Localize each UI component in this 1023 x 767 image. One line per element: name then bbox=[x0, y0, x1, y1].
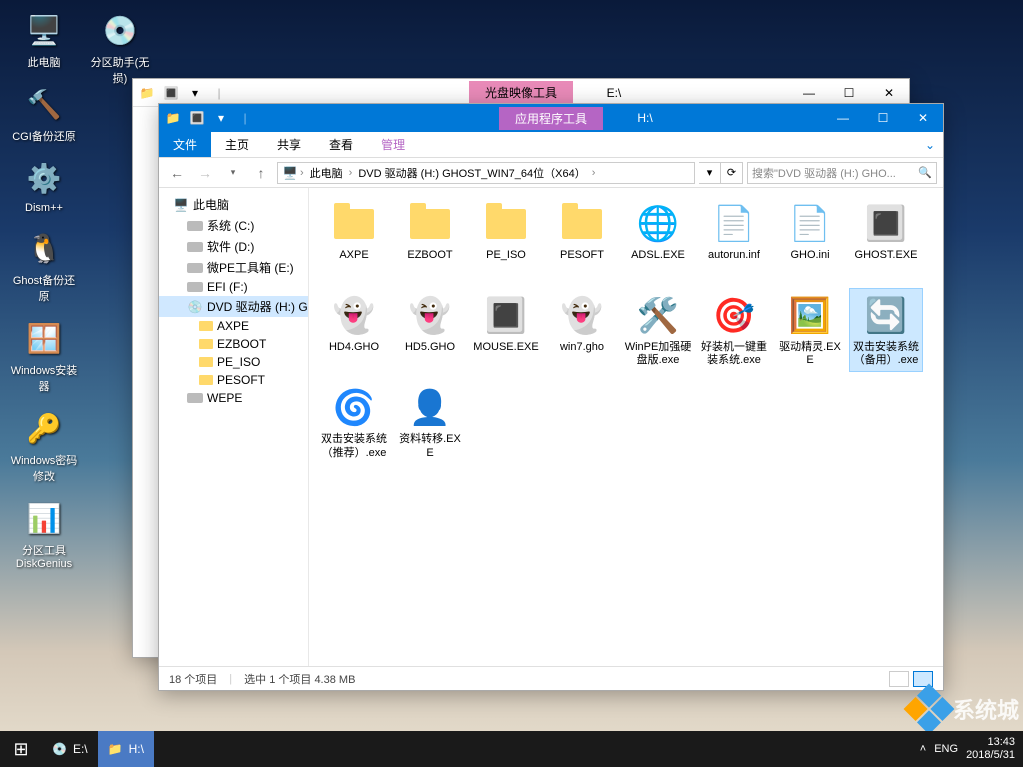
nav-item[interactable]: PE_ISO bbox=[159, 353, 308, 371]
title-label-front: H:\ bbox=[637, 111, 652, 125]
folder-icon[interactable]: 📁 bbox=[161, 106, 185, 130]
taskbar-item[interactable]: 💿E:\ bbox=[42, 731, 98, 767]
desktop-icon[interactable]: 📊分区工具DiskGenius bbox=[8, 496, 80, 570]
nav-item[interactable]: 软件 (D:) bbox=[159, 236, 308, 257]
tab-manage[interactable]: 管理 bbox=[367, 132, 419, 157]
close-button[interactable]: ✕ bbox=[903, 104, 943, 132]
qat-properties-icon[interactable]: 🔳 bbox=[185, 106, 209, 130]
context-tab-front: 应用程序工具 bbox=[499, 107, 603, 130]
breadcrumb-dropdown[interactable]: ▾ bbox=[699, 162, 721, 184]
context-tab-back: 光盘映像工具 bbox=[469, 81, 573, 104]
breadcrumb[interactable]: 🖥️ › 此电脑 › DVD 驱动器 (H:) GHOST_WIN7_64位（X… bbox=[277, 162, 695, 184]
address-bar: ← → ▾ ↑ 🖥️ › 此电脑 › DVD 驱动器 (H:) GHOST_WI… bbox=[159, 158, 943, 188]
file-item[interactable]: EZBOOT bbox=[393, 196, 467, 280]
status-item-count: 18 个项目 bbox=[169, 671, 217, 687]
desktop-icon[interactable]: ⚙️Dism++ bbox=[8, 156, 80, 214]
taskbar-item[interactable]: 📁H:\ bbox=[98, 731, 154, 767]
search-icon: 🔍 bbox=[918, 166, 932, 179]
status-bar: 18 个项目 | 选中 1 个项目 4.38 MB bbox=[159, 666, 943, 690]
desktop-icon[interactable]: 💿分区助手(无损) bbox=[84, 8, 156, 86]
clock[interactable]: 13:43 2018/5/31 bbox=[966, 736, 1015, 762]
tab-view[interactable]: 查看 bbox=[315, 132, 367, 157]
view-large-icons-button[interactable] bbox=[913, 671, 933, 687]
nav-forward-button[interactable]: → bbox=[193, 161, 217, 185]
nav-item[interactable]: EZBOOT bbox=[159, 335, 308, 353]
file-item[interactable]: 🔳GHOST.EXE bbox=[849, 196, 923, 280]
nav-item[interactable]: 系统 (C:) bbox=[159, 215, 308, 236]
refresh-button[interactable]: ⟳ bbox=[721, 162, 743, 184]
breadcrumb-seg[interactable]: 此电脑 bbox=[306, 165, 347, 181]
titlebar-front[interactable]: 📁 🔳 ▾ | 应用程序工具 H:\ — ☐ ✕ bbox=[159, 104, 943, 132]
file-item[interactable]: 📄autorun.inf bbox=[697, 196, 771, 280]
nav-history-dropdown[interactable]: ▾ bbox=[221, 161, 245, 185]
qat-dropdown-icon[interactable]: ▾ bbox=[209, 106, 233, 130]
ribbon-tabs: 文件 主页 共享 查看 管理 ⌄ bbox=[159, 132, 943, 158]
navigation-pane[interactable]: 🖥️此电脑系统 (C:)软件 (D:)微PE工具箱 (E:)EFI (F:)💿D… bbox=[159, 188, 309, 666]
file-item[interactable]: 🔄双击安装系统（备用）.exe bbox=[849, 288, 923, 372]
file-item[interactable]: 🌀双击安装系统（推荐）.exe bbox=[317, 380, 391, 464]
desktop-icon[interactable]: 🪟Windows安装器 bbox=[8, 316, 80, 394]
folder-icon[interactable]: 📁 bbox=[135, 81, 159, 105]
desktop-icons-col1: 🖥️此电脑 🔨CGI备份还原 ⚙️Dism++ 🐧Ghost备份还原 🪟Windows安… bbox=[8, 8, 80, 570]
search-input[interactable]: 搜索"DVD 驱动器 (H:) GHO... 🔍 bbox=[747, 162, 937, 184]
taskbar[interactable]: ⊞ 💿E:\📁H:\ ˄ ENG 13:43 2018/5/31 bbox=[0, 731, 1023, 767]
nav-item[interactable]: WEPE bbox=[159, 389, 308, 407]
file-item[interactable]: 🔳MOUSE.EXE bbox=[469, 288, 543, 372]
file-item[interactable]: 🛠️WinPE加强硬盘版.exe bbox=[621, 288, 695, 372]
start-button[interactable]: ⊞ bbox=[0, 731, 42, 767]
nav-item[interactable]: 💿DVD 驱动器 (H:) G bbox=[159, 296, 308, 317]
desktop-icon[interactable]: 🔨CGI备份还原 bbox=[8, 82, 80, 144]
file-item[interactable]: AXPE bbox=[317, 196, 391, 280]
nav-item[interactable]: PESOFT bbox=[159, 371, 308, 389]
tab-home[interactable]: 主页 bbox=[211, 132, 263, 157]
nav-item[interactable]: AXPE bbox=[159, 317, 308, 335]
file-item[interactable]: PESOFT bbox=[545, 196, 619, 280]
tab-file[interactable]: 文件 bbox=[159, 132, 211, 157]
qat-properties-icon[interactable]: 🔳 bbox=[159, 81, 183, 105]
file-item[interactable]: 📄GHO.ini bbox=[773, 196, 847, 280]
desktop-icon[interactable]: 🔑Windows密码修改 bbox=[8, 406, 80, 484]
status-selection: 选中 1 个项目 4.38 MB bbox=[244, 671, 355, 687]
file-item[interactable]: 🎯好装机一键重装系统.exe bbox=[697, 288, 771, 372]
file-item[interactable]: 🌐ADSL.EXE bbox=[621, 196, 695, 280]
ribbon-expand-icon[interactable]: ⌄ bbox=[917, 132, 943, 157]
desktop-icons-col2: 💿分区助手(无损) bbox=[84, 8, 156, 86]
file-item[interactable]: 👻win7.gho bbox=[545, 288, 619, 372]
nav-item[interactable]: EFI (F:) bbox=[159, 278, 308, 296]
nav-item[interactable]: 微PE工具箱 (E:) bbox=[159, 257, 308, 278]
file-item[interactable]: 👻HD5.GHO bbox=[393, 288, 467, 372]
language-indicator[interactable]: ENG bbox=[934, 743, 958, 755]
explorer-window-front: 📁 🔳 ▾ | 应用程序工具 H:\ — ☐ ✕ 文件 主页 共享 查看 管理 … bbox=[158, 103, 944, 691]
maximize-button[interactable]: ☐ bbox=[863, 104, 903, 132]
qat-dropdown-icon[interactable]: ▾ bbox=[183, 81, 207, 105]
file-item[interactable]: 🖼️驱动精灵.EXE bbox=[773, 288, 847, 372]
file-content-area[interactable]: AXPEEZBOOTPE_ISOPESOFT🌐ADSL.EXE📄autorun.… bbox=[309, 188, 943, 666]
file-item[interactable]: PE_ISO bbox=[469, 196, 543, 280]
tray-up-icon[interactable]: ˄ bbox=[920, 743, 926, 755]
file-item[interactable]: 👻HD4.GHO bbox=[317, 288, 391, 372]
desktop-icon[interactable]: 🖥️此电脑 bbox=[8, 8, 80, 70]
nav-up-button[interactable]: ↑ bbox=[249, 161, 273, 185]
file-item[interactable]: 👤资料转移.EXE bbox=[393, 380, 467, 464]
breadcrumb-seg[interactable]: DVD 驱动器 (H:) GHOST_WIN7_64位（X64） bbox=[354, 165, 589, 181]
title-label-back: E:\ bbox=[607, 86, 622, 100]
desktop-icon[interactable]: 🐧Ghost备份还原 bbox=[8, 226, 80, 304]
nav-item[interactable]: 🖥️此电脑 bbox=[159, 194, 308, 215]
view-details-button[interactable] bbox=[889, 671, 909, 687]
minimize-button[interactable]: — bbox=[823, 104, 863, 132]
tab-share[interactable]: 共享 bbox=[263, 132, 315, 157]
nav-back-button[interactable]: ← bbox=[165, 161, 189, 185]
